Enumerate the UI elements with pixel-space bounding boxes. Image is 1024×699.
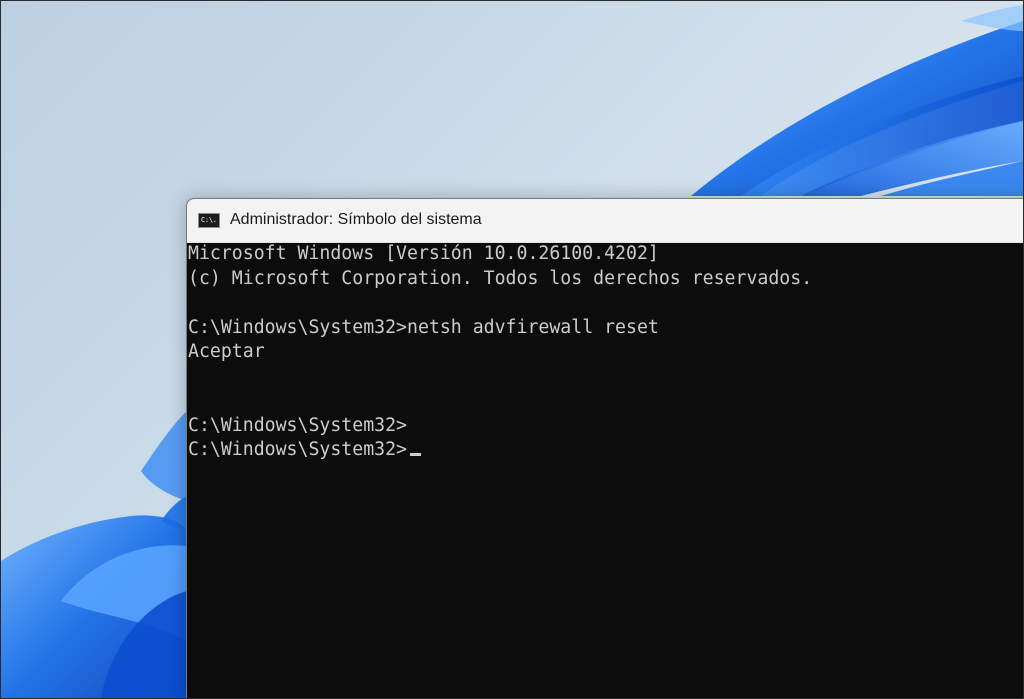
console-line: C:\Windows\System32>: [188, 414, 407, 436]
window-title: Administrador: Símbolo del sistema: [230, 211, 482, 228]
desktop: C:\. Administrador: Símbolo del sistema …: [0, 0, 1024, 699]
console-prompt-line[interactable]: C:\Windows\System32>: [188, 438, 421, 462]
console-line: Microsoft Windows [Versión 10.0.26100.42…: [188, 243, 659, 264]
console-line: (c) Microsoft Corporation. Todos los der…: [188, 267, 813, 289]
console-line: C:\Windows\System32>netsh advfirewall re…: [188, 316, 659, 338]
cmd-icon: C:\.: [198, 213, 220, 228]
console-line: Aceptar: [188, 341, 265, 362]
title-bar[interactable]: C:\. Administrador: Símbolo del sistema: [187, 199, 1023, 243]
prompt-text: C:\Windows\System32>: [188, 439, 407, 460]
text-cursor: [410, 453, 421, 456]
command-prompt-window[interactable]: C:\. Administrador: Símbolo del sistema …: [186, 198, 1023, 698]
